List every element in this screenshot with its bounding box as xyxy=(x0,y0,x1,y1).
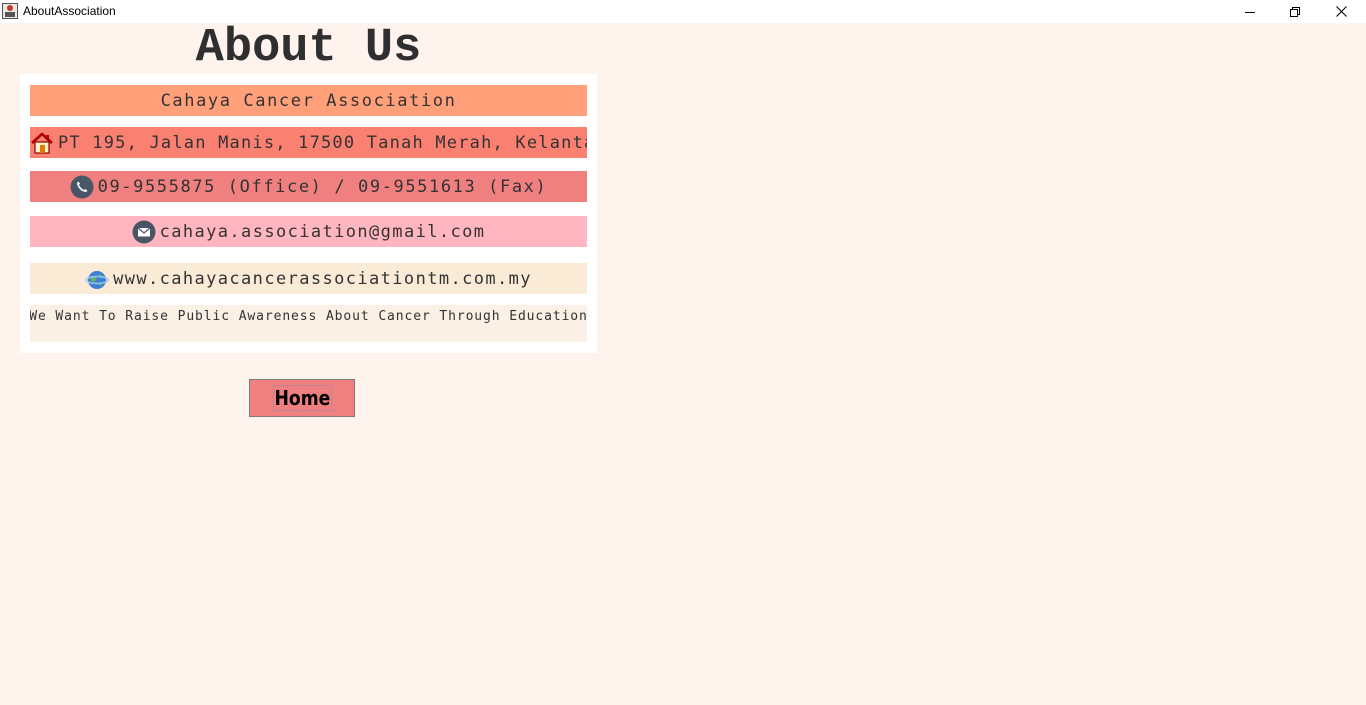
close-icon xyxy=(1335,6,1347,17)
phone-text: 09-9555875 (Office) / 09-9551613 (Fax) xyxy=(97,176,548,197)
info-panel: Cahaya Cancer Association PT 195, Jalan … xyxy=(20,74,597,353)
website-text: www.cahayacancerassociationtm.com.my xyxy=(113,268,532,289)
close-button[interactable] xyxy=(1318,0,1364,23)
address-row: PT 195, Jalan Manis, 17500 Tanah Merah, … xyxy=(30,127,587,158)
phone-icon xyxy=(70,175,94,199)
address-text: PT 195, Jalan Manis, 17500 Tanah Merah, … xyxy=(58,132,587,153)
window-title: AboutAssociation xyxy=(23,4,116,18)
house-icon xyxy=(30,131,54,155)
motto-text: We Want To Raise Public Awareness About … xyxy=(30,309,587,324)
home-button-label: Home xyxy=(272,385,332,411)
minimize-button[interactable] xyxy=(1227,0,1273,23)
phone-row: 09-9555875 (Office) / 09-9551613 (Fax) xyxy=(30,171,587,202)
title-bar[interactable]: AboutAssociation xyxy=(0,0,1366,23)
app-icon xyxy=(2,3,18,19)
page-title: About Us xyxy=(195,22,422,75)
restore-button[interactable] xyxy=(1272,0,1318,23)
restore-icon xyxy=(1290,6,1300,17)
home-button[interactable]: Home xyxy=(249,379,355,417)
motto-row: We Want To Raise Public Awareness About … xyxy=(30,305,587,342)
association-name-row: Cahaya Cancer Association xyxy=(30,85,587,116)
association-name: Cahaya Cancer Association xyxy=(160,90,457,111)
website-row: www.cahayacancerassociationtm.com.my xyxy=(30,263,587,294)
email-text: cahaya.association@gmail.com xyxy=(159,221,486,242)
envelope-icon xyxy=(132,220,156,244)
minimize-icon xyxy=(1245,11,1255,13)
globe-icon xyxy=(85,267,109,291)
email-row: cahaya.association@gmail.com xyxy=(30,216,587,247)
